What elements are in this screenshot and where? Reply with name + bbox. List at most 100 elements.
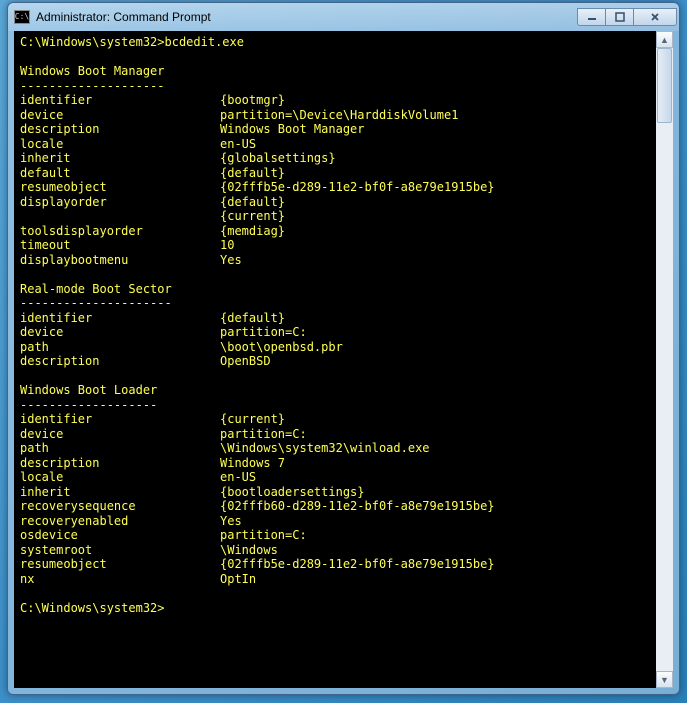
output-value: {globalsettings} — [220, 151, 336, 166]
output-value: \Windows\system32\winload.exe — [220, 441, 430, 456]
output-value: {bootloadersettings} — [220, 485, 365, 500]
output-value: Windows 7 — [220, 456, 285, 471]
output-row: localeen-US — [20, 470, 650, 485]
output-row: descriptionWindows 7 — [20, 456, 650, 471]
output-key: path — [20, 340, 220, 355]
console-output[interactable]: C:\Windows\system32>bcdedit.exe Windows … — [14, 31, 656, 688]
output-key: nx — [20, 572, 220, 587]
output-value: 10 — [220, 238, 234, 253]
output-key: displaybootmenu — [20, 253, 220, 268]
output-row: recoveryenabledYes — [20, 514, 650, 529]
close-button[interactable] — [633, 8, 677, 26]
output-value: Windows Boot Manager — [220, 122, 365, 137]
output-value: Yes — [220, 514, 242, 529]
window-title: Administrator: Command Prompt — [36, 10, 577, 24]
section-title: Windows Boot Manager — [20, 64, 165, 78]
output-row: descriptionOpenBSD — [20, 354, 650, 369]
prompt-command: bcdedit.exe — [165, 35, 244, 49]
output-value: \Windows — [220, 543, 278, 558]
app-icon: C:\ — [14, 10, 30, 24]
output-row: resumeobject{02fffb5e-d289-11e2-bf0f-a8e… — [20, 180, 650, 195]
output-row: {current} — [20, 209, 650, 224]
prompt-path: C:\Windows\system32> — [20, 35, 165, 49]
output-value: {memdiag} — [220, 224, 285, 239]
client-area: C:\Windows\system32>bcdedit.exe Windows … — [14, 31, 673, 688]
output-row: default{default} — [20, 166, 650, 181]
output-value: {02fffb5e-d289-11e2-bf0f-a8e79e1915be} — [220, 180, 495, 195]
output-key: inherit — [20, 485, 220, 500]
output-row: identifier{default} — [20, 311, 650, 326]
output-key: locale — [20, 470, 220, 485]
output-value: {bootmgr} — [220, 93, 285, 108]
scroll-down-button[interactable]: ▼ — [656, 671, 673, 688]
output-key: description — [20, 354, 220, 369]
output-row: localeen-US — [20, 137, 650, 152]
output-row: resumeobject{02fffb5e-d289-11e2-bf0f-a8e… — [20, 557, 650, 572]
output-row: recoverysequence{02fffb60-d289-11e2-bf0f… — [20, 499, 650, 514]
output-row: displayorder{default} — [20, 195, 650, 210]
scroll-up-button[interactable]: ▲ — [656, 31, 673, 48]
output-value: {default} — [220, 195, 285, 210]
vertical-scrollbar[interactable]: ▲ ▼ — [656, 31, 673, 688]
output-row: inherit{globalsettings} — [20, 151, 650, 166]
output-value: partition=C: — [220, 528, 307, 543]
output-row: path\boot\openbsd.pbr — [20, 340, 650, 355]
output-key — [20, 209, 220, 224]
output-key: recoveryenabled — [20, 514, 220, 529]
output-value: partition=\Device\HarddiskVolume1 — [220, 108, 458, 123]
scroll-track[interactable] — [656, 48, 673, 671]
maximize-button[interactable] — [605, 8, 633, 26]
output-value: partition=C: — [220, 427, 307, 442]
section-underline: --------------------- — [20, 296, 172, 310]
output-key: identifier — [20, 93, 220, 108]
output-key: resumeobject — [20, 557, 220, 572]
section-underline: ------------------- — [20, 398, 157, 412]
output-row: inherit{bootloadersettings} — [20, 485, 650, 500]
minimize-button[interactable] — [577, 8, 605, 26]
output-key: resumeobject — [20, 180, 220, 195]
output-row: displaybootmenuYes — [20, 253, 650, 268]
output-key: description — [20, 456, 220, 471]
output-key: locale — [20, 137, 220, 152]
output-row: systemroot\Windows — [20, 543, 650, 558]
output-key: timeout — [20, 238, 220, 253]
prompt-path: C:\Windows\system32> — [20, 601, 165, 615]
output-key: default — [20, 166, 220, 181]
output-value: en-US — [220, 137, 256, 152]
output-key: identifier — [20, 412, 220, 427]
output-key: toolsdisplayorder — [20, 224, 220, 239]
output-value: Yes — [220, 253, 242, 268]
output-value: \boot\openbsd.pbr — [220, 340, 343, 355]
output-key: recoverysequence — [20, 499, 220, 514]
scroll-thumb[interactable] — [657, 48, 672, 123]
output-row: devicepartition=C: — [20, 427, 650, 442]
output-key: osdevice — [20, 528, 220, 543]
output-key: device — [20, 325, 220, 340]
output-value: {current} — [220, 209, 285, 224]
section-title: Real-mode Boot Sector — [20, 282, 172, 296]
output-value: OptIn — [220, 572, 256, 587]
output-row: nxOptIn — [20, 572, 650, 587]
output-row: osdevicepartition=C: — [20, 528, 650, 543]
output-value: {current} — [220, 412, 285, 427]
output-value: {02fffb60-d289-11e2-bf0f-a8e79e1915be} — [220, 499, 495, 514]
output-row: identifier{current} — [20, 412, 650, 427]
output-key: systemroot — [20, 543, 220, 558]
output-key: device — [20, 427, 220, 442]
output-row: devicepartition=\Device\HarddiskVolume1 — [20, 108, 650, 123]
output-row: devicepartition=C: — [20, 325, 650, 340]
output-value: partition=C: — [220, 325, 307, 340]
output-key: description — [20, 122, 220, 137]
output-value: {02fffb5e-d289-11e2-bf0f-a8e79e1915be} — [220, 557, 495, 572]
output-value: en-US — [220, 470, 256, 485]
output-row: identifier{bootmgr} — [20, 93, 650, 108]
output-value: {default} — [220, 166, 285, 181]
section-underline: -------------------- — [20, 79, 165, 93]
output-key: path — [20, 441, 220, 456]
section-title: Windows Boot Loader — [20, 383, 157, 397]
command-prompt-window: C:\ Administrator: Command Prompt C:\Win… — [7, 2, 680, 695]
output-row: path\Windows\system32\winload.exe — [20, 441, 650, 456]
output-row: timeout10 — [20, 238, 650, 253]
titlebar[interactable]: C:\ Administrator: Command Prompt — [8, 3, 679, 31]
output-row: toolsdisplayorder{memdiag} — [20, 224, 650, 239]
